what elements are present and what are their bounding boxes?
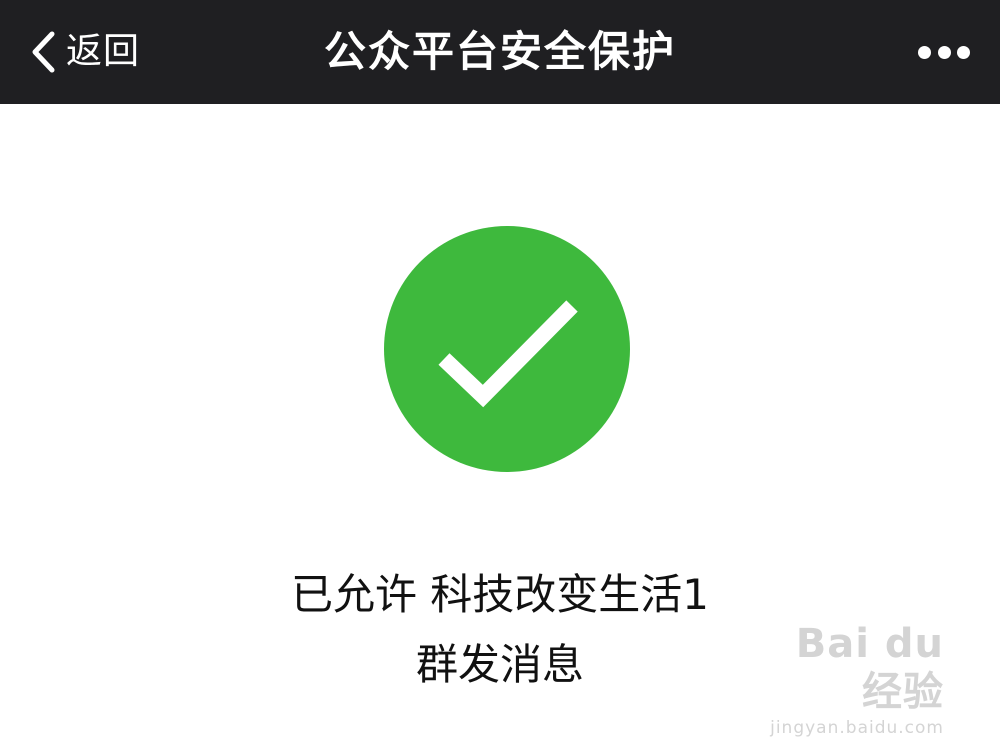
status-message: 已允许 科技改变生活1: [290, 570, 710, 619]
chevron-left-icon: [32, 31, 55, 73]
more-dots-icon: [918, 45, 931, 59]
navigation-bar: 返回 公众平台安全保护: [0, 0, 1000, 104]
watermark-url: jingyan.baidu.com: [770, 718, 944, 738]
success-check-icon: [384, 226, 630, 472]
checkmark-icon: [438, 300, 578, 408]
baidu-jingyan-watermark: Bai du 经验 jingyan.baidu.com: [744, 620, 944, 738]
more-options-button[interactable]: [918, 37, 970, 67]
more-dots-icon: [957, 45, 970, 59]
watermark-brand: Bai du 经验: [795, 621, 944, 715]
back-button[interactable]: 返回: [30, 22, 140, 82]
back-label: 返回: [66, 31, 141, 72]
page-title: 公众平台安全保护: [323, 27, 676, 76]
more-dots-icon: [937, 45, 951, 59]
